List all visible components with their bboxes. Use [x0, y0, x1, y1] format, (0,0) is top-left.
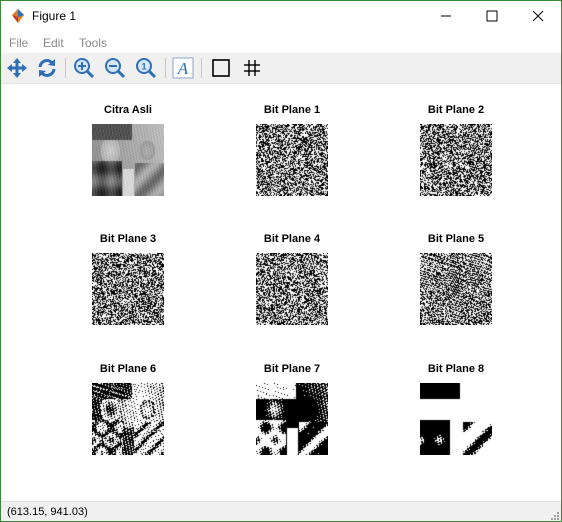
panel-title: Bit Plane 8: [427, 363, 485, 375]
grid-button[interactable]: [239, 56, 265, 80]
original-image: [92, 124, 164, 196]
bit-plane-image: [92, 253, 164, 325]
panel-title: Bit Plane 7: [263, 363, 321, 375]
maximize-button[interactable]: [469, 1, 515, 31]
insert-text-icon: A: [172, 57, 194, 79]
rotate-button[interactable]: [34, 56, 60, 80]
toolbar-separator: [201, 58, 202, 78]
resize-grip-icon[interactable]: [550, 511, 559, 520]
window-title: Figure 1: [32, 9, 77, 23]
minimize-button[interactable]: [423, 1, 469, 31]
panel-title: Bit Plane 5: [427, 233, 485, 245]
insert-rectangle-icon: [212, 59, 230, 77]
insert-text-button[interactable]: A: [170, 56, 196, 80]
status-bar: (613.15, 941.03): [1, 501, 561, 521]
grid-icon: [244, 60, 260, 76]
cursor-coordinates: (613.15, 941.03): [7, 506, 88, 518]
pan-icon: [7, 58, 27, 78]
minimize-icon: [441, 15, 451, 17]
maximize-icon: [486, 10, 498, 22]
menu-edit[interactable]: Edit: [43, 36, 64, 50]
bit-plane-image: [256, 383, 328, 455]
zoom-reset-icon: 1: [136, 58, 157, 79]
svg-text:A: A: [177, 59, 189, 78]
pan-button[interactable]: [4, 56, 30, 80]
app-icon: [12, 9, 24, 23]
bit-plane-image: [256, 253, 328, 325]
panel-title: Bit Plane 6: [99, 363, 157, 375]
zoom-in-button[interactable]: [71, 56, 97, 80]
figure-canvas[interactable]: Citra Asli Bit Plane 1 Bit Plane 2 Bit P…: [1, 84, 561, 500]
menu-tools[interactable]: Tools: [79, 36, 107, 50]
bit-plane-image: [420, 253, 492, 325]
title-bar: Figure 1: [1, 1, 561, 31]
panel-title: Bit Plane 2: [427, 104, 485, 116]
panel-title: Bit Plane 3: [99, 233, 157, 245]
close-icon: [532, 10, 544, 22]
toolbar-separator: [65, 58, 66, 78]
bit-plane-image: [92, 383, 164, 455]
rotate-icon: [38, 59, 56, 77]
zoom-out-icon: [105, 58, 126, 79]
panel-title: Citra Asli: [104, 104, 152, 116]
toolbar: 1 A: [1, 53, 561, 84]
toolbar-separator: [165, 58, 166, 78]
menu-file[interactable]: File: [9, 36, 28, 50]
panel-title: Bit Plane 4: [263, 233, 321, 245]
insert-rectangle-button[interactable]: [208, 56, 234, 80]
panel-title: Bit Plane 1: [263, 104, 321, 116]
zoom-out-button[interactable]: [102, 56, 128, 80]
menu-bar: File Edit Tools: [1, 33, 561, 53]
bit-plane-image: [420, 383, 492, 455]
svg-text:1: 1: [141, 62, 146, 72]
zoom-reset-button[interactable]: 1: [133, 56, 159, 80]
figure-window: Figure 1 File Edit Tools 1 A Citra Asli …: [0, 0, 562, 522]
zoom-in-icon: [74, 58, 95, 79]
close-button[interactable]: [515, 1, 561, 31]
bit-plane-image: [256, 124, 328, 196]
bit-plane-image: [420, 124, 492, 196]
